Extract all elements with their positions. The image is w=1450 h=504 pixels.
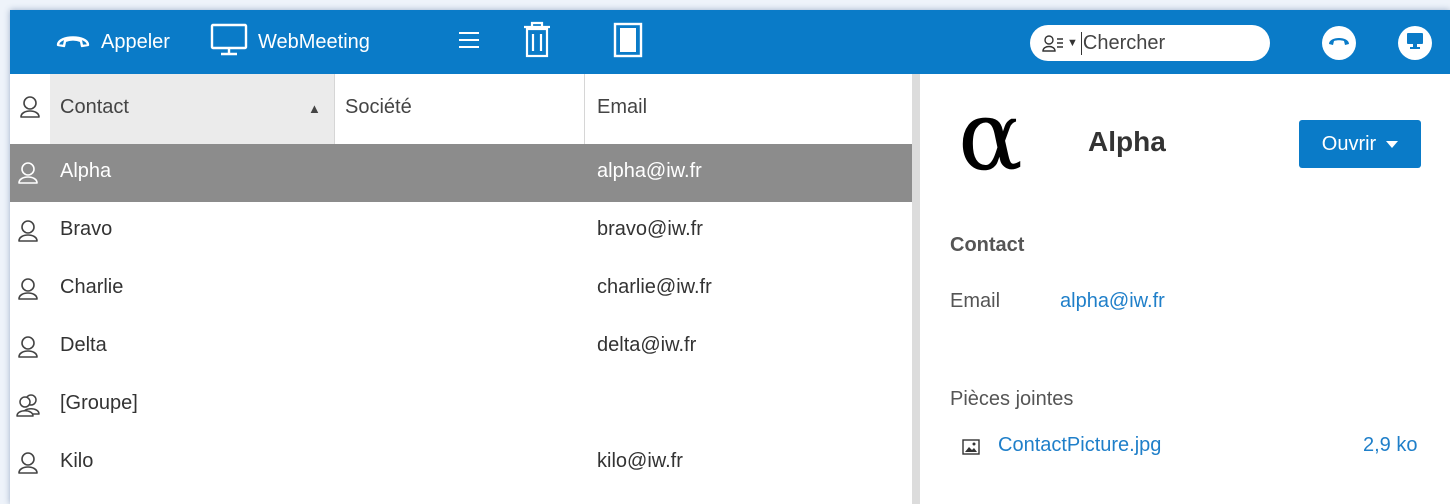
- filter-dropdown-arrow[interactable]: ▼: [1067, 37, 1078, 49]
- phone-icon: [55, 30, 91, 55]
- image-file-icon: [962, 438, 980, 461]
- menu-icon: [458, 31, 480, 54]
- person-icon: [16, 451, 40, 475]
- row-email: charlie@iw.fr: [597, 276, 712, 298]
- table-row[interactable]: Kilo kilo@iw.fr: [10, 434, 912, 492]
- attachment-size: 2,9 ko: [1363, 434, 1418, 456]
- contact-detail-pane: α Alpha Ouvrir Contact Email alpha@iw.fr…: [920, 74, 1450, 504]
- table-header: Contact ▲ Société Email: [10, 74, 912, 144]
- hangup-button[interactable]: [1322, 26, 1356, 60]
- sort-ascending-icon: ▲: [308, 101, 321, 116]
- section-title: Contact: [950, 234, 1025, 256]
- trash-icon: [522, 21, 552, 64]
- app-window: Appeler WebMeeting ▼ Chercher Contact ▲ …: [10, 10, 1450, 504]
- open-button[interactable]: Ouvrir: [1299, 120, 1421, 168]
- table-row[interactable]: [Groupe]: [10, 376, 912, 434]
- screen-share-button[interactable]: [1398, 26, 1432, 60]
- contact-list: Contact ▲ Société Email Alpha alpha@iw.f…: [10, 74, 912, 504]
- header-company-label: Société: [345, 96, 412, 118]
- table-row[interactable]: Delta delta@iw.fr: [10, 318, 912, 376]
- table-row[interactable]: Bravo bravo@iw.fr: [10, 202, 912, 260]
- attachments-title: Pièces jointes: [950, 388, 1074, 410]
- contact-avatar: α: [958, 80, 1023, 192]
- webmeeting-button[interactable]: WebMeeting: [210, 10, 370, 74]
- search-input[interactable]: [1080, 31, 1233, 55]
- delete-button[interactable]: [522, 10, 552, 74]
- toggle-panel-button[interactable]: [613, 10, 643, 74]
- row-email: alpha@iw.fr: [597, 160, 702, 182]
- pane-splitter[interactable]: [912, 74, 920, 504]
- call-label: Appeler: [101, 30, 170, 53]
- row-email: delta@iw.fr: [597, 334, 697, 356]
- row-name: [Groupe]: [60, 392, 138, 414]
- menu-button[interactable]: [458, 10, 480, 74]
- contact-name: Alpha: [1088, 126, 1166, 157]
- header-type-column[interactable]: [10, 74, 50, 144]
- row-name: Bravo: [60, 218, 113, 240]
- header-contact[interactable]: Contact ▲: [50, 74, 335, 144]
- table-row[interactable]: Charlie charlie@iw.fr: [10, 260, 912, 318]
- call-button[interactable]: Appeler: [55, 10, 170, 74]
- toolbar: Appeler WebMeeting ▼: [10, 10, 1450, 74]
- header-email[interactable]: Email: [585, 74, 912, 144]
- row-email: bravo@iw.fr: [597, 218, 703, 240]
- search-box[interactable]: ▼: [1030, 25, 1270, 61]
- row-name: Kilo: [60, 450, 94, 472]
- monitor-icon: [210, 22, 248, 63]
- header-company[interactable]: Société: [335, 74, 585, 144]
- panel-icon: [613, 21, 643, 64]
- attachment-link[interactable]: ContactPicture.jpg: [998, 434, 1161, 457]
- open-button-label: Ouvrir: [1321, 132, 1377, 155]
- person-icon: [16, 219, 40, 243]
- person-icon: [16, 161, 40, 185]
- table-row[interactable]: Alpha alpha@iw.fr: [10, 144, 912, 202]
- person-icon: [16, 335, 40, 359]
- header-email-label: Email: [597, 96, 648, 118]
- person-icon: [16, 277, 40, 301]
- header-contact-label: Contact: [60, 96, 129, 118]
- email-label: Email: [950, 290, 1001, 312]
- chevron-down-icon: [1386, 140, 1399, 148]
- group-icon: [16, 393, 40, 417]
- email-link[interactable]: alpha@iw.fr: [1060, 290, 1165, 313]
- row-name: Charlie: [60, 276, 124, 298]
- contact-filter-icon[interactable]: [1042, 34, 1064, 52]
- webmeeting-label: WebMeeting: [258, 30, 370, 53]
- hangup-icon: [1328, 34, 1350, 52]
- screen-share-icon: [1405, 31, 1425, 56]
- row-name: Alpha: [60, 160, 112, 182]
- row-email: kilo@iw.fr: [597, 450, 683, 472]
- person-icon: [19, 95, 41, 124]
- row-name: Delta: [60, 334, 107, 356]
